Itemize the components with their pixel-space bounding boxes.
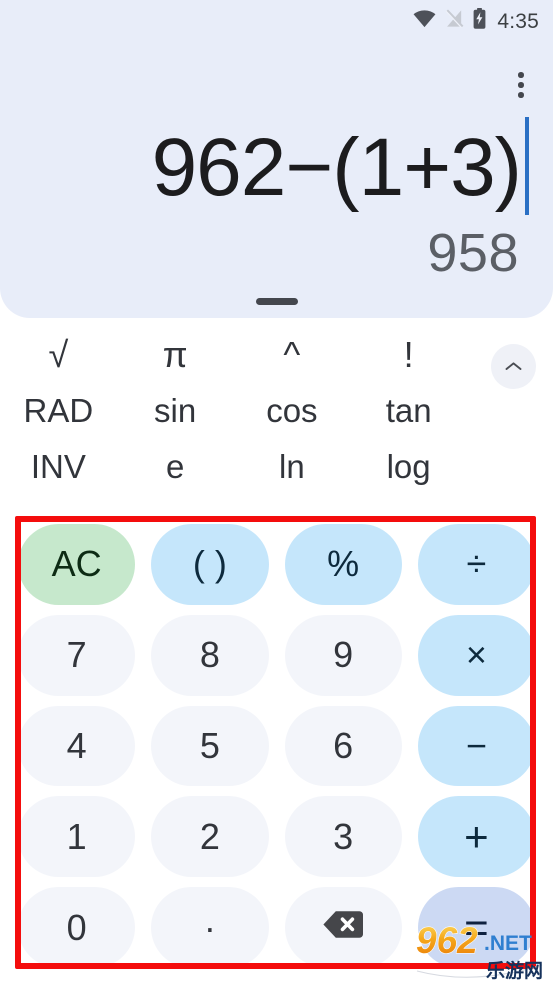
key-minus[interactable]: − <box>417 705 535 787</box>
display-panel: 4:35 962−(1+3) 958 <box>0 0 553 318</box>
key-six[interactable]: 6 <box>284 705 402 787</box>
backspace-icon <box>322 907 364 949</box>
key-all-clear[interactable]: AC <box>18 524 136 605</box>
dot-icon <box>518 72 524 78</box>
result-text: 958 <box>427 223 519 283</box>
key-seven[interactable]: 7 <box>18 614 136 696</box>
formula-row[interactable]: 962−(1+3) <box>0 112 529 224</box>
sci-key-inv[interactable]: INV <box>0 438 117 496</box>
sci-key-sqrt[interactable]: √ <box>0 326 117 384</box>
scientific-row-2: RAD sin cos tan <box>0 382 467 440</box>
key-divide[interactable]: ÷ <box>417 524 535 605</box>
sci-key-log[interactable]: log <box>350 438 467 496</box>
sci-key-cos[interactable]: cos <box>234 382 351 440</box>
sci-key-pi[interactable]: π <box>117 326 234 384</box>
key-five[interactable]: 5 <box>151 705 269 787</box>
status-bar: 4:35 <box>413 6 539 36</box>
sci-key-tan[interactable]: tan <box>350 382 467 440</box>
key-percent[interactable]: % <box>284 524 402 605</box>
dot-icon <box>518 92 524 98</box>
key-backspace[interactable] <box>284 887 402 968</box>
key-nine[interactable]: 9 <box>284 614 402 696</box>
dot-icon <box>518 82 524 88</box>
key-eight[interactable]: 8 <box>151 614 269 696</box>
calculator-app: 4:35 962−(1+3) 958 √ π ^ ! RAD sin cos t… <box>0 0 553 983</box>
key-decimal[interactable]: · <box>151 887 269 968</box>
sci-key-rad[interactable]: RAD <box>0 382 117 440</box>
keypad: AC ( ) % ÷ 7 8 9 × 4 5 6 − 1 2 3 + 0 · = <box>12 520 541 972</box>
key-zero[interactable]: 0 <box>18 887 136 968</box>
key-plus[interactable]: + <box>417 796 535 878</box>
key-four[interactable]: 4 <box>18 705 136 787</box>
wifi-icon <box>413 9 436 33</box>
key-two[interactable]: 2 <box>151 796 269 878</box>
sci-key-power[interactable]: ^ <box>234 326 351 384</box>
scientific-row-3: INV e ln log <box>0 438 467 496</box>
sci-key-e[interactable]: e <box>117 438 234 496</box>
display-drag-handle[interactable] <box>255 298 298 305</box>
collapse-scientific-pad-button[interactable] <box>491 344 536 389</box>
formula-text: 962−(1+3) <box>151 122 522 213</box>
signal-off-icon <box>445 9 464 33</box>
sci-key-sin[interactable]: sin <box>117 382 234 440</box>
key-parentheses[interactable]: ( ) <box>151 524 269 605</box>
key-three[interactable]: 3 <box>284 796 402 878</box>
status-time: 4:35 <box>497 9 539 33</box>
chevron-up-icon <box>505 361 522 372</box>
sci-key-ln[interactable]: ln <box>234 438 351 496</box>
overflow-menu-button[interactable] <box>501 62 541 108</box>
scientific-pad: √ π ^ ! RAD sin cos tan INV e ln log <box>0 326 553 512</box>
key-equals[interactable]: = <box>417 887 535 968</box>
scientific-row-1: √ π ^ ! <box>0 326 467 384</box>
text-cursor <box>525 117 529 215</box>
battery-charging-icon <box>473 8 486 34</box>
key-multiply[interactable]: × <box>417 614 535 696</box>
key-one[interactable]: 1 <box>18 796 136 878</box>
result-row: 958 <box>0 226 519 280</box>
sci-key-factorial[interactable]: ! <box>350 326 467 384</box>
